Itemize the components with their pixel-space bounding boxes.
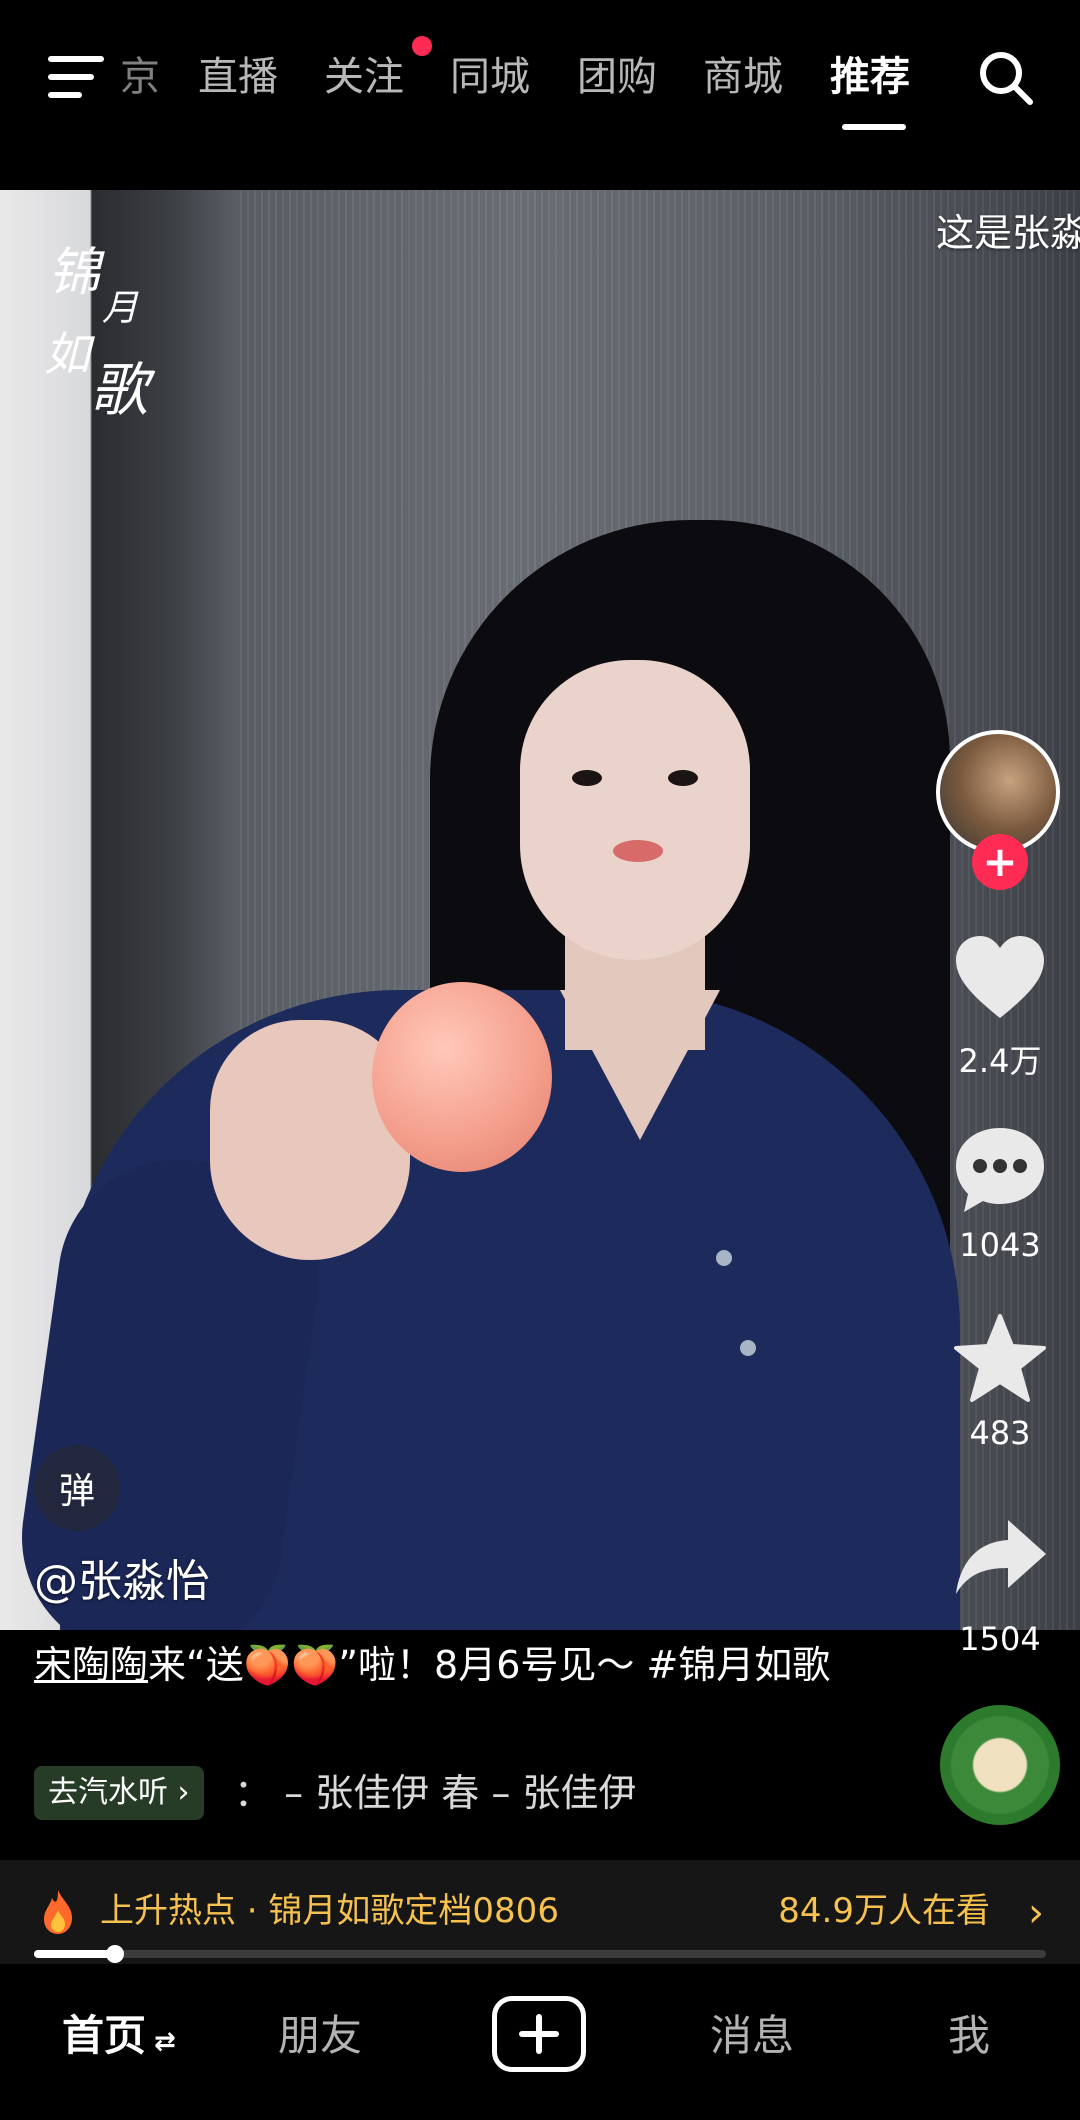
active-tab-indicator <box>842 124 906 130</box>
nav-friends[interactable]: 朋友 <box>278 2006 362 2066</box>
share-count: 1504 <box>959 1620 1041 1658</box>
peach <box>372 982 552 1172</box>
share-icon[interactable] <box>950 1510 1050 1610</box>
author-name[interactable]: @张淼怡 <box>34 1545 210 1609</box>
caption-text-a: 来“送 <box>148 1643 244 1687</box>
cardigan-button <box>740 1340 756 1356</box>
follow-button[interactable]: + <box>972 834 1028 890</box>
svg-text:月: 月 <box>102 288 139 329</box>
tab-following[interactable]: 关注 <box>324 42 404 112</box>
v-neck <box>560 990 720 1140</box>
progress-handle[interactable] <box>105 1945 124 1963</box>
like-count: 2.4万 <box>958 1042 1042 1080</box>
video-progress[interactable] <box>34 1945 1046 1963</box>
eye <box>572 770 602 786</box>
viewer-count: 84.9万人在看 <box>778 1891 990 1931</box>
cardigan-button <box>716 1250 732 1266</box>
music-track[interactable]: ： – 张佳伊 春 – 张佳伊 <box>234 1766 704 1820</box>
heart-icon[interactable] <box>950 930 1050 1030</box>
comment-count: 1043 <box>959 1226 1041 1264</box>
fire-icon <box>44 1890 72 1934</box>
bottom-nav: 首页 ⇄ 朋友 消息 我 <box>0 1964 1080 2120</box>
svg-text:锦: 锦 <box>48 243 105 303</box>
notification-dot <box>412 36 432 56</box>
nav-messages[interactable]: 消息 <box>710 2006 794 2066</box>
create-button[interactable] <box>492 1996 586 2072</box>
search-icon[interactable] <box>976 48 1036 108</box>
trending-bar[interactable]: 上升热点 · 锦月如歌定档0806 84.9万人在看 › <box>0 1860 1080 1964</box>
star-icon[interactable] <box>950 1310 1050 1410</box>
eye <box>668 770 698 786</box>
drama-logo: 锦 月 如 歌 <box>40 230 170 430</box>
danmu-label: 弹 <box>58 1471 95 1512</box>
open-music-app-button[interactable]: 去汽水听 › <box>34 1766 204 1820</box>
face <box>520 660 750 960</box>
tab-group-buy[interactable]: 团购 <box>577 42 657 112</box>
chevron-right-icon: › <box>1028 1890 1044 1936</box>
nav-home[interactable]: 首页 ⇄ <box>62 2006 176 2072</box>
tab-recommend[interactable]: 推荐 <box>830 42 910 112</box>
video-caption: 宋陶陶来“送🍑🍑”啦！8月6号见～ #锦月如歌 <box>34 1636 834 1694</box>
peach-emoji: 🍑🍑 <box>243 1643 339 1687</box>
danmu-button[interactable]: 弹 <box>34 1445 120 1531</box>
tab-nearby[interactable]: 同城 <box>450 42 530 112</box>
svg-text:歌: 歌 <box>90 356 156 424</box>
caption-mention[interactable]: 宋陶陶 <box>34 1643 148 1687</box>
music-disc[interactable] <box>940 1705 1060 1825</box>
svg-text:如: 如 <box>44 327 95 381</box>
nav-me[interactable]: 我 <box>948 2006 990 2066</box>
progress-fill <box>34 1950 115 1958</box>
tab-mall[interactable]: 商城 <box>703 42 783 112</box>
favorite-count: 483 <box>969 1414 1031 1452</box>
tab-live[interactable]: 直播 <box>198 42 278 112</box>
top-nav: 京 直播 关注 同城 团购 商城 推荐 <box>0 0 1080 188</box>
lips <box>613 840 663 862</box>
trending-label: 上升热点 · 锦月如歌定档0806 <box>100 1891 559 1931</box>
comment-icon[interactable] <box>950 1120 1050 1220</box>
caption-text-b: ”啦！8月6号见～ #锦月如歌 <box>338 1643 831 1687</box>
video-overlay-text: 这是张淼 <box>936 211 1080 255</box>
music-row: 去汽水听 › ： – 张佳伊 春 – 张佳伊 <box>34 1766 934 1820</box>
